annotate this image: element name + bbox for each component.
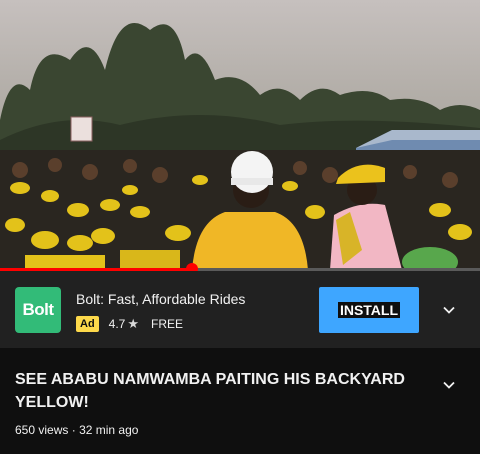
ad-title[interactable]: Bolt: Fast, Affordable Rides xyxy=(76,291,245,307)
bolt-app-logo[interactable]: Bolt xyxy=(15,287,61,333)
view-count: 650 views xyxy=(15,423,69,437)
chevron-down-icon[interactable] xyxy=(443,379,455,391)
install-button-label: INSTALL xyxy=(337,302,401,318)
chevron-down-icon[interactable] xyxy=(443,304,455,316)
ad-price: FREE xyxy=(151,317,184,331)
bolt-logo-text: Bolt xyxy=(22,300,54,319)
ad-meta: Ad 4.7 ★ FREE xyxy=(76,315,183,333)
star-icon: ★ xyxy=(127,316,140,331)
video-frame-crowd xyxy=(0,0,480,270)
ad-badge: Ad xyxy=(76,316,99,332)
video-meta: 650 views · 32 min ago xyxy=(15,423,138,437)
meta-separator: · xyxy=(71,423,76,437)
video-title[interactable]: SEE ABABU NAMWAMBA PAITING HIS BACKYARD … xyxy=(15,368,415,414)
upload-age: 32 min ago xyxy=(79,423,139,437)
video-player[interactable] xyxy=(0,0,480,270)
ad-rating: 4.7 xyxy=(108,317,126,331)
install-button[interactable]: INSTALL xyxy=(319,287,419,333)
